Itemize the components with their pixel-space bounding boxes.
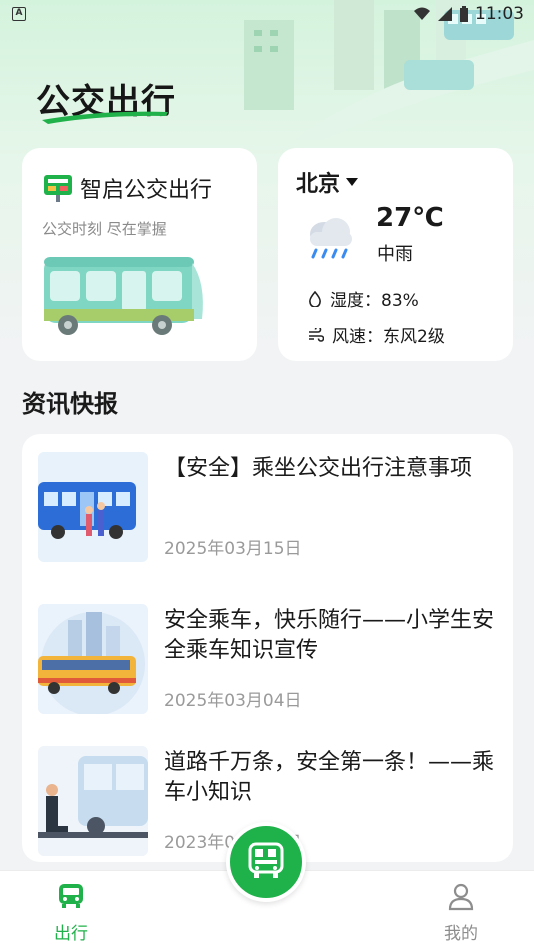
wind-text: 风速：东风2级 — [332, 327, 445, 347]
news-thumbnail — [38, 604, 148, 714]
news-thumbnail — [38, 746, 148, 856]
app-notification-badge: A — [12, 7, 26, 21]
news-item[interactable]: 【安全】乘坐公交出行注意事项 2025年03月15日 — [38, 452, 498, 562]
wind-icon — [309, 327, 324, 342]
humidity-row: 湿度：83% — [308, 286, 419, 311]
caret-down-icon — [346, 178, 359, 186]
weather-card[interactable]: 北京 27℃ 中雨 湿度：83% 风速：东风2级 — [278, 148, 513, 361]
user-icon — [448, 883, 474, 911]
tab-travel-label: 出行 — [54, 924, 88, 944]
city-name: 北京 — [296, 172, 341, 197]
bus-qr-icon — [248, 842, 284, 878]
status-bar: A 11:03 — [0, 0, 534, 28]
news-thumbnail — [38, 452, 148, 562]
bus-card-header: 智启公交出行 — [42, 172, 212, 204]
news-item[interactable]: 安全乘车，快乐随行——小学生安全乘车知识宣传 2025年03月04日 — [38, 604, 498, 714]
humidity-text: 湿度：83% — [330, 291, 419, 311]
news-title: 安全乘车，快乐随行——小学生安全乘车知识宣传 — [164, 608, 495, 663]
bus-qr-code-button[interactable] — [226, 822, 306, 902]
bus-illustration — [44, 257, 203, 335]
status-icons: 11:03 — [413, 4, 524, 24]
tab-profile-label: 我的 — [444, 924, 478, 944]
news-date: 2025年03月15日 — [164, 539, 302, 559]
tab-profile[interactable]: 我的 — [426, 881, 496, 944]
news-date: 2025年03月04日 — [164, 691, 302, 711]
temperature: 27℃ — [376, 203, 444, 233]
signal-icon — [438, 7, 452, 21]
battery-icon — [460, 5, 468, 22]
wifi-icon — [414, 7, 430, 20]
city-selector[interactable]: 北京 — [296, 166, 359, 198]
rain-cloud-icon — [310, 218, 352, 259]
tab-travel[interactable]: 出行 — [36, 881, 106, 944]
news-title: 道路千万条，安全第一条！——乘车小知识 — [164, 750, 495, 805]
bus-stop-sign-icon — [44, 175, 72, 202]
wind-row: 风速：东风2级 — [308, 322, 445, 347]
clock-time: 11:03 — [475, 4, 524, 24]
news-list: 【安全】乘坐公交出行注意事项 2025年03月15日 安全乘车，快乐随行——小学… — [22, 434, 513, 862]
title-underline-swoosh — [42, 111, 168, 124]
bus-card-title: 智启公交出行 — [80, 178, 213, 203]
news-title: 【安全】乘坐公交出行注意事项 — [164, 456, 473, 481]
weather-condition: 中雨 — [377, 244, 413, 265]
smart-bus-card[interactable]: 智启公交出行 公交时刻 尽在掌握 — [22, 148, 257, 361]
bus-card-subtitle: 公交时刻 尽在掌握 — [42, 220, 167, 238]
news-section-title: 资讯快报 — [22, 390, 118, 418]
droplet-icon — [309, 290, 321, 307]
bus-icon — [59, 884, 83, 908]
